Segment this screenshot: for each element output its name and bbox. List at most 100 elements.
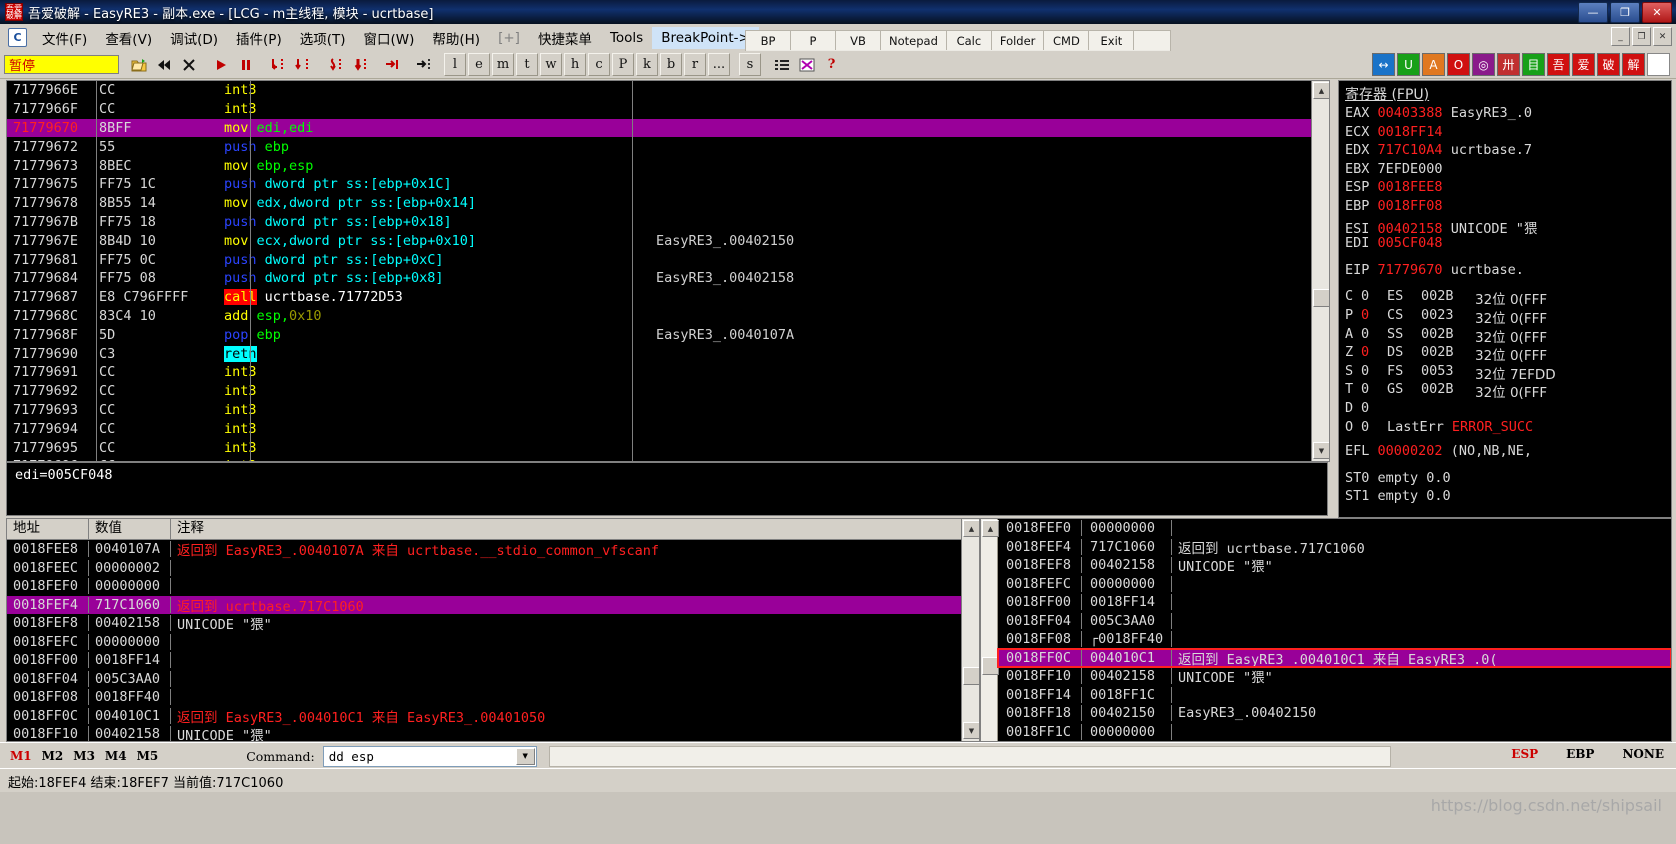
dump-row[interactable]: 0018FEF4 717C1060 返回到 ucrtbase.717C1060 [7, 595, 979, 615]
restart-icon[interactable] [152, 54, 175, 75]
menu-debug[interactable]: 调试(D) [161, 25, 227, 51]
registers-pane[interactable]: 寄存器 (FPU) EAX 00403388 EasyRE3_.0 ECX 001… [1338, 80, 1672, 518]
menu-quickmenu[interactable]: 快捷菜单 [529, 25, 601, 51]
disasm-row[interactable]: 7177967E 8B4D 10 mov ecx,dword ptr ss:[ebp… [7, 231, 1329, 250]
stack-row[interactable]: 0018FEF4 717C1060 返回到 ucrtbase.717C1060 [998, 538, 1671, 557]
dump-row[interactable]: 0018FF0C 004010C1 返回到 EasyRE3_.004010C1 来自… [7, 707, 979, 726]
menu-file[interactable]: 文件(F) [33, 25, 96, 51]
mdi-restore-button[interactable]: ❐ [1632, 27, 1651, 46]
toolbar-letter-b[interactable]: b [660, 53, 682, 76]
execute-till-return-icon[interactable] [380, 54, 403, 75]
mdi-child-icon[interactable]: C [8, 28, 27, 47]
register-row[interactable]: ESP 0018FEE8 [1339, 179, 1671, 198]
toolbar-letter-r[interactable]: r [684, 53, 706, 76]
stack-row[interactable]: 0018FEFC 00000000 [998, 575, 1671, 594]
dump-row[interactable]: 0018FF10 00402158 UNICODE "猥" [7, 725, 979, 741]
toolbar-letter-w[interactable]: w [540, 53, 562, 76]
toolbar-letter-h[interactable]: h [564, 53, 586, 76]
menu-help[interactable]: 帮助(H) [423, 25, 489, 51]
disasm-row[interactable]: 7177968C 83C4 10 add esp,0x10 [7, 307, 1329, 326]
disasm-scroll-thumb[interactable] [1313, 289, 1329, 307]
unpack-icon[interactable]: U [1397, 53, 1420, 76]
step-over-icon[interactable] [291, 54, 314, 75]
disasm-row[interactable]: 71779687 E8 C796FFFF call ucrtbase.71772D5… [7, 288, 1329, 307]
dump-row[interactable]: 0018FEE8 0040107A 返回到 EasyRE3_.0040107A 来自… [7, 540, 979, 559]
register-row-eip[interactable]: EIP 71779670 ucrtbase. [1339, 262, 1671, 281]
flag-row[interactable]: O 0 LastErr ERROR_SUCC [1339, 419, 1671, 438]
flag-row[interactable]: D0 [1339, 400, 1671, 419]
fpu-register-row[interactable]: ST1 empty 0.0 [1339, 488, 1671, 507]
run-icon[interactable] [209, 54, 232, 75]
disasm-row[interactable]: 7177966E CC int3 [7, 81, 1329, 100]
stack-scrollbar[interactable]: ▲ [981, 519, 999, 741]
register-row[interactable]: EBP 0018FF08 [1339, 198, 1671, 217]
register-row[interactable]: EDI 005CF048 [1339, 235, 1671, 254]
quick-button-p[interactable]: P [791, 31, 836, 50]
quick-button-folder[interactable]: Folder [991, 31, 1045, 50]
dump-row[interactable]: 0018FF04 005C3AA0 [7, 670, 979, 689]
open-file-icon[interactable] [127, 54, 150, 75]
toolbar-letter-m[interactable]: m [492, 53, 514, 76]
pause-icon[interactable] [234, 54, 257, 75]
minimize-button[interactable]: — [1578, 2, 1608, 23]
dump-row[interactable]: 0018FEFC 00000000 [7, 633, 979, 652]
command-dropdown-icon[interactable]: ▼ [515, 747, 535, 765]
stack-row[interactable]: 0018FEF8 00402158 UNICODE "猥" [998, 556, 1671, 575]
ollydump-icon[interactable]: O [1447, 53, 1470, 76]
disasm-row[interactable]: 71779675 FF75 1C push dword ptr ss:[ebp+0x… [7, 175, 1329, 194]
blank-plugin-icon[interactable] [1647, 53, 1670, 76]
quick-button-bp[interactable]: BP [746, 31, 791, 50]
target-icon[interactable]: ◎ [1472, 53, 1495, 76]
marker-m1[interactable]: M1 [10, 749, 32, 763]
stack-row[interactable]: 0018FF14 0018FF1C [998, 686, 1671, 705]
maximize-button[interactable]: ❐ [1610, 2, 1640, 23]
stack-row[interactable]: 0018FF1C 00000000 [998, 723, 1671, 742]
stack-scroll-thumb[interactable] [982, 657, 999, 675]
flag-row[interactable]: A 0 SS 002B 32位 0(FFF [1339, 326, 1671, 346]
quick-button-exit[interactable]: Exit [1089, 31, 1135, 50]
command-input[interactable]: dd esp ▼ [322, 745, 537, 767]
quick-button-notepad[interactable]: Notepad [881, 31, 947, 50]
register-row[interactable]: EDX 717C10A4 ucrtbase.7 [1339, 142, 1671, 161]
toolbar-letter-l[interactable]: l [444, 53, 466, 76]
stack-row[interactable]: 0018FF04 005C3AA0 [998, 612, 1671, 631]
step-into-icon[interactable] [266, 54, 289, 75]
stack-scroll-up-icon[interactable]: ▲ [982, 520, 999, 537]
brand-icon-wu[interactable]: 吾 [1547, 53, 1570, 76]
close-program-icon[interactable] [177, 54, 200, 75]
dump-pane[interactable]: 地址 数值 注释 0018FEE8 0040107A 返回到 EasyRE3_.00… [6, 518, 980, 742]
menu-options[interactable]: 选项(T) [291, 25, 355, 51]
brand-icon-ai[interactable]: 爱 [1572, 53, 1595, 76]
dump-scroll-up-icon[interactable]: ▲ [963, 520, 979, 537]
stack-row[interactable]: 0018FF10 00402158 UNICODE "猥" [998, 667, 1671, 686]
execute-till-cursor-icon[interactable] [412, 54, 435, 75]
quick-button-cmd[interactable]: CMD [1044, 31, 1090, 50]
toolbar-letter-e[interactable]: e [468, 53, 490, 76]
disasm-row[interactable]: 7177967B FF75 18 push dword ptr ss:[ebp+0x… [7, 213, 1329, 232]
disasm-row[interactable]: 71779670 8BFF mov edi,edi [7, 118, 1329, 138]
menu-plugins[interactable]: 插件(P) [227, 25, 291, 51]
disasm-row[interactable]: 71779693 CC int3 [7, 401, 1329, 420]
plugin-grid-icon[interactable] [795, 54, 818, 75]
toolbar-letter-k[interactable]: k [636, 53, 658, 76]
window-plugin-icon[interactable]: 目 [1522, 53, 1545, 76]
trace-over-icon[interactable] [348, 54, 371, 75]
toolbar-letter-c[interactable]: c [588, 53, 610, 76]
toolbar-letter-t[interactable]: t [516, 53, 538, 76]
disasm-row[interactable]: 7177966F CC int3 [7, 100, 1329, 119]
disasm-row[interactable]: 7177968F 5D pop ebp EasyRE3_.0040107A [7, 325, 1329, 344]
dump-scroll-thumb[interactable] [963, 667, 979, 685]
disasm-row[interactable]: 71779681 FF75 0C push dword ptr ss:[ebp+0x… [7, 250, 1329, 269]
stack-row[interactable]: 0018FF00 0018FF14 [998, 593, 1671, 612]
grid-plugin-icon[interactable]: 卅 [1497, 53, 1520, 76]
stack-row[interactable]: 0018FF18 00402150 EasyRE3_.00402150 [998, 704, 1671, 723]
toolbar-letter-ellipsis[interactable]: ... [708, 53, 730, 76]
flag-row[interactable]: P 0 CS 0023 32位 0(FFF [1339, 307, 1671, 327]
analyze-icon[interactable]: A [1422, 53, 1445, 76]
disasm-scroll-up-icon[interactable]: ▲ [1313, 82, 1329, 99]
disasm-row[interactable]: 71779690 C3 retn [7, 344, 1329, 363]
marker-m3[interactable]: M3 [73, 749, 95, 763]
brand-icon-po[interactable]: 破 [1597, 53, 1620, 76]
disassembly-pane[interactable]: 7177966E CC int3 7177966F CC int3 71779670 8BFF… [6, 80, 1330, 462]
dump-scrollbar[interactable]: ▲ ▼ [961, 519, 979, 741]
